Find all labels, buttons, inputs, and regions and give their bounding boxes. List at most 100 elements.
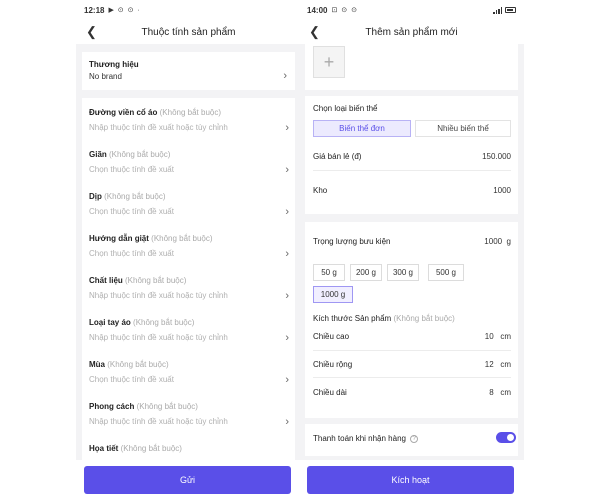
chevron-right-icon: › <box>285 290 289 302</box>
chevron-right-icon: › <box>285 122 289 134</box>
notification-icons: ⊡ ⊙ ⊙ <box>331 7 358 14</box>
price-row[interactable]: Giá bán lẻ (đ) 150.000 <box>313 152 511 161</box>
attribute-optional-tag: (Không bắt buộc) <box>159 108 221 117</box>
cod-label: Thanh toán khi nhận hàng <box>313 434 406 443</box>
width-label: Chiều rộng <box>313 360 353 369</box>
image-card: + <box>305 44 518 90</box>
price-value[interactable]: 150.000 <box>482 152 511 161</box>
stock-value[interactable]: 1000 <box>493 186 511 195</box>
chevron-right-icon: › <box>283 70 287 82</box>
attribute-name: Giãn <box>89 150 107 159</box>
attribute-field[interactable]: Mùa (Không bắt buộc) Chọn thuộc tính đề x… <box>89 360 289 386</box>
header: ❮ Thêm sản phẩm mới <box>299 20 524 44</box>
length-row[interactable]: Chiều dài 8 cm <box>313 388 511 397</box>
add-image-button[interactable]: + <box>313 46 345 78</box>
attribute-field[interactable]: Chất liệu (Không bắt buộc) Nhập thuộc tín… <box>89 276 289 302</box>
system-icons <box>493 6 516 14</box>
variant-multi-option[interactable]: Nhiều biến thể <box>415 120 511 137</box>
bottom-bar: Kích hoạt <box>299 460 524 500</box>
attribute-field[interactable]: Hướng dẫn giặt (Không bắt buộc) Chọn thuộ… <box>89 234 289 260</box>
attribute-name: Mùa <box>89 360 105 369</box>
brand-value: No brand <box>89 72 122 81</box>
bottom-bar: Gửi <box>76 460 301 500</box>
attribute-hint: Chọn thuộc tính đề xuất <box>89 375 174 384</box>
attribute-title: Loại tay áo (Không bắt buộc) <box>89 318 289 327</box>
attribute-title: Mùa (Không bắt buộc) <box>89 360 289 369</box>
attribute-name: Họa tiết <box>89 444 119 453</box>
height-value[interactable]: 10 cm <box>485 332 511 341</box>
attribute-name: Hướng dẫn giặt <box>89 234 149 243</box>
attribute-name: Dịp <box>89 192 102 201</box>
chevron-right-icon: › <box>285 416 289 428</box>
phone-screen-product-attributes: 12:18 ▶ ⊙ ⊙ · ❮ Thuộc tính sản phẩm Thươ… <box>76 0 301 500</box>
battery-icon <box>505 7 516 13</box>
attribute-field[interactable]: Dịp (Không bắt buộc) Chọn thuộc tính đề x… <box>89 192 289 218</box>
brand-field[interactable]: Thương hiệu No brand › <box>89 60 287 82</box>
activate-button[interactable]: Kích hoạt <box>307 466 514 494</box>
brand-card[interactable]: Thương hiệu No brand › <box>82 52 295 90</box>
width-value[interactable]: 12 cm <box>485 360 511 369</box>
size-header: Kích thước Sản phẩm (Không bắt buộc) <box>313 314 511 323</box>
attribute-hint: Chọn thuộc tính đề xuất <box>89 165 174 174</box>
stock-label: Kho <box>313 186 328 195</box>
attribute-hint: Nhập thuộc tính đề xuất hoặc tùy chỉnh <box>89 291 228 300</box>
attribute-field[interactable]: Họa tiết (Không bắt buộc) <box>89 444 289 453</box>
stock-row[interactable]: Kho 1000 <box>313 186 511 195</box>
weight-chip[interactable]: 300 g <box>387 264 419 281</box>
length-value[interactable]: 8 cm <box>489 388 511 397</box>
attribute-hint: Nhập thuộc tính đề xuất hoặc tùy chỉnh <box>89 417 228 426</box>
attribute-hint: Chọn thuộc tính đề xuất <box>89 207 174 216</box>
attribute-field[interactable]: Giãn (Không bắt buộc) Chọn thuộc tính đề … <box>89 150 289 176</box>
attribute-title: Họa tiết (Không bắt buộc) <box>89 444 289 453</box>
chevron-right-icon: › <box>285 374 289 386</box>
status-time: 14:00 <box>307 5 328 15</box>
attribute-field[interactable]: Đường viền cổ áo (Không bắt buộc) Nhập th… <box>89 108 289 134</box>
submit-button[interactable]: Gửi <box>84 466 291 494</box>
attribute-title: Đường viền cổ áo (Không bắt buộc) <box>89 108 289 117</box>
weight-value[interactable]: 1000 g <box>484 237 511 246</box>
length-label: Chiều dài <box>313 388 347 397</box>
attribute-field[interactable]: Phong cách (Không bắt buộc) Nhập thuộc tí… <box>89 402 289 428</box>
attribute-name: Loại tay áo <box>89 318 131 327</box>
divider <box>313 377 511 378</box>
height-row[interactable]: Chiều cao 10 cm <box>313 332 511 341</box>
help-icon[interactable]: ? <box>410 434 419 443</box>
signal-icon <box>493 6 502 14</box>
attribute-optional-tag: (Không bắt buộc) <box>104 192 166 201</box>
header: ❮ Thuộc tính sản phẩm <box>76 20 301 44</box>
attribute-title: Hướng dẫn giặt (Không bắt buộc) <box>89 234 289 243</box>
attribute-hint: Chọn thuộc tính đề xuất <box>89 249 174 258</box>
weight-chip[interactable]: 200 g <box>350 264 382 281</box>
attribute-field[interactable]: Loại tay áo (Không bắt buộc) Nhập thuộc t… <box>89 318 289 344</box>
cod-toggle[interactable] <box>496 432 516 443</box>
attribute-optional-tag: (Không bắt buộc) <box>120 444 182 453</box>
back-arrow-icon[interactable]: ❮ <box>309 25 323 39</box>
page-title: Thêm sản phẩm mới <box>365 26 458 38</box>
width-row[interactable]: Chiều rộng 12 cm <box>313 360 511 369</box>
status-bar: 12:18 ▶ ⊙ ⊙ · <box>76 0 301 20</box>
attribute-optional-tag: (Không bắt buộc) <box>151 234 213 243</box>
weight-label: Trọng lượng bưu kiện <box>313 237 391 246</box>
divider <box>313 170 511 171</box>
variant-single-option[interactable]: Biến thể đơn <box>313 120 411 137</box>
cod-row: Thanh toán khi nhận hàng ? <box>313 434 511 443</box>
attribute-name: Chất liệu <box>89 276 123 285</box>
height-label: Chiều cao <box>313 332 350 341</box>
back-arrow-icon[interactable]: ❮ <box>86 25 100 39</box>
weight-chip[interactable]: 1000 g <box>313 286 353 303</box>
chevron-right-icon: › <box>285 332 289 344</box>
attribute-optional-tag: (Không bắt buộc) <box>109 150 171 159</box>
weight-row[interactable]: Trọng lượng bưu kiện 1000 g <box>313 237 511 246</box>
attribute-optional-tag: (Không bắt buộc) <box>125 276 187 285</box>
attribute-optional-tag: (Không bắt buộc) <box>133 318 195 327</box>
chevron-right-icon: › <box>285 206 289 218</box>
divider <box>313 350 511 351</box>
page-title: Thuộc tính sản phẩm <box>141 26 236 38</box>
status-bar: 14:00 ⊡ ⊙ ⊙ <box>299 0 524 20</box>
attribute-hint: Nhập thuộc tính đề xuất hoặc tùy chỉnh <box>89 123 228 132</box>
phone-screen-add-product: 14:00 ⊡ ⊙ ⊙ ❮ Thêm sản phẩm mới + Chọn l… <box>299 0 524 500</box>
brand-label: Thương hiệu <box>89 60 139 69</box>
status-time: 12:18 <box>84 5 105 15</box>
weight-chip[interactable]: 50 g <box>313 264 345 281</box>
weight-chip[interactable]: 500 g <box>428 264 464 281</box>
